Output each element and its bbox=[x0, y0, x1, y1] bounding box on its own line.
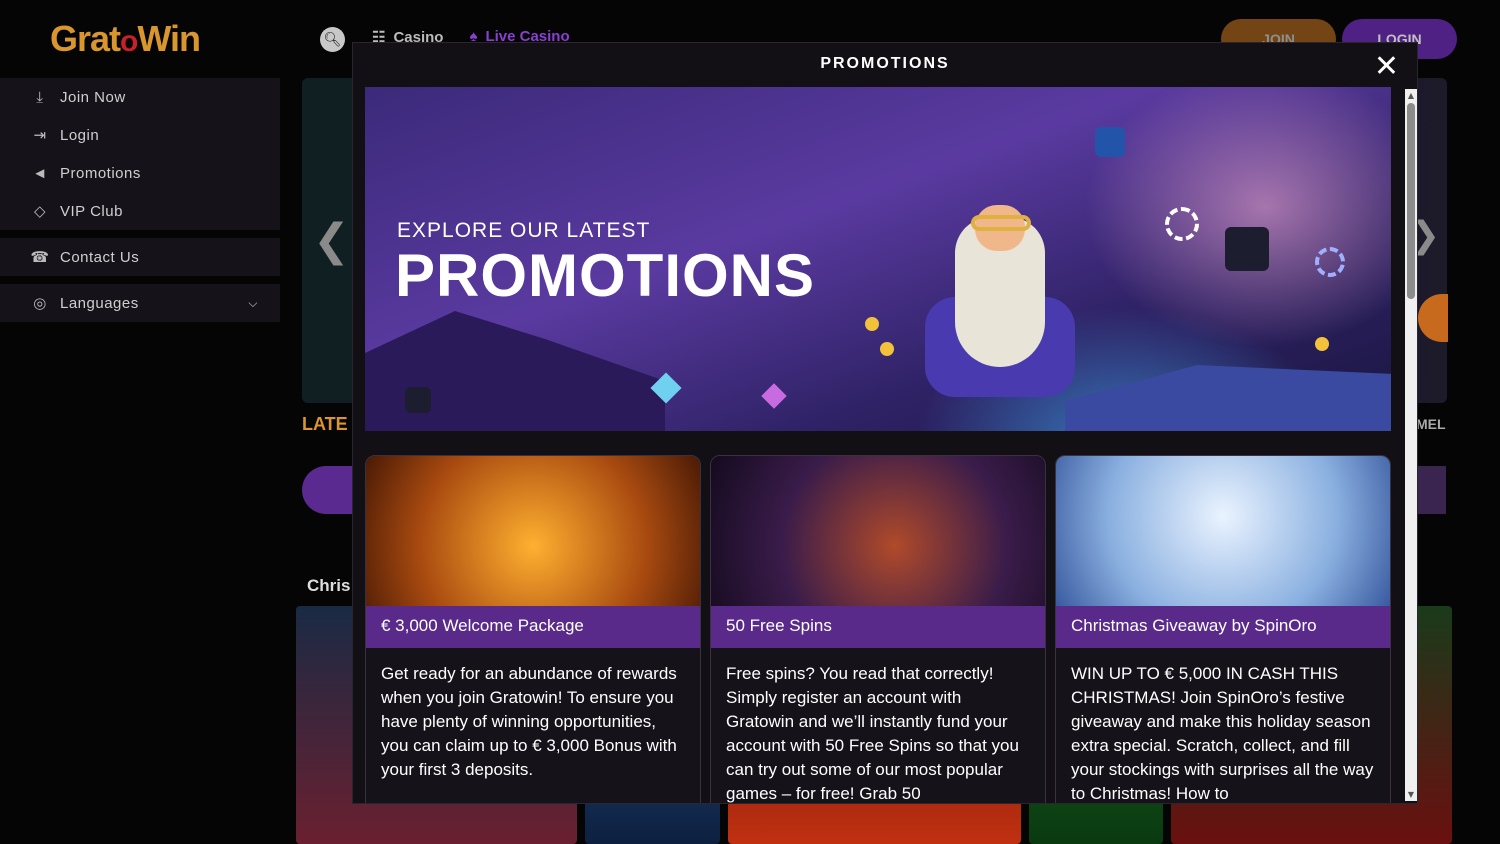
promo-card-list: € 3,000 Welcome Package Get ready for an… bbox=[365, 455, 1391, 803]
promo-card-title: 50 Free Spins bbox=[711, 606, 1045, 648]
modal-scrollbar[interactable]: ▲ ▼ bbox=[1405, 89, 1417, 801]
banner-coin bbox=[1315, 337, 1329, 351]
sidebar-group-contact: ☎ Contact Us bbox=[0, 238, 280, 276]
scroll-up-icon[interactable]: ▲ bbox=[1405, 91, 1417, 100]
promo-card-image bbox=[711, 456, 1045, 606]
login-icon: ⇥ bbox=[33, 127, 47, 144]
sidebar-group-account: ⤓ Join Now ⇥ Login ◄ Promotions ◇ VIP Club bbox=[0, 78, 280, 230]
promo-card-image bbox=[366, 456, 700, 606]
sidebar-group-languages: ◎ Languages ⌵ bbox=[0, 284, 280, 322]
promo-card-description: Free spins? You read that correctly! Sim… bbox=[726, 664, 1019, 803]
banner-coin bbox=[865, 317, 879, 331]
site-logo[interactable]: GratoWin bbox=[50, 18, 201, 60]
download-icon: ⤓ bbox=[36, 88, 44, 106]
promo-card-image bbox=[1056, 456, 1390, 606]
banner-coin bbox=[880, 342, 894, 356]
sidebar-item-languages[interactable]: ◎ Languages ⌵ bbox=[0, 284, 280, 322]
promo-card[interactable]: € 3,000 Welcome Package Get ready for an… bbox=[365, 455, 701, 803]
banner-crystal bbox=[761, 383, 787, 409]
promo-card-title: Christmas Giveaway by SpinOro bbox=[1056, 606, 1390, 648]
sidebar-item-promotions[interactable]: ◄ Promotions bbox=[0, 154, 280, 192]
modal-title: PROMOTIONS bbox=[820, 55, 950, 72]
promotions-modal: PROMOTIONS ✕ EXPLORE OUR LATEST PROMOTIO… bbox=[352, 42, 1418, 804]
promotions-banner: EXPLORE OUR LATEST PROMOTIONS bbox=[365, 87, 1391, 431]
banner-chip bbox=[1165, 207, 1199, 241]
close-icon[interactable]: ✕ bbox=[1374, 49, 1399, 84]
chevron-down-icon: ⌵ bbox=[248, 295, 258, 310]
sidebar-item-login[interactable]: ⇥ Login bbox=[0, 116, 280, 154]
category-scroll-right[interactable] bbox=[1416, 466, 1446, 514]
sidebar-item-join-now[interactable]: ⤓ Join Now bbox=[0, 78, 280, 116]
section-side-label: MEL bbox=[1416, 416, 1446, 432]
scroll-down-icon[interactable]: ▼ bbox=[1405, 790, 1417, 799]
section-title-latest: LATE bbox=[302, 414, 348, 434]
banner-dice bbox=[405, 387, 431, 413]
scrollbar-thumb[interactable] bbox=[1407, 103, 1415, 299]
promo-card-title: € 3,000 Welcome Package bbox=[366, 606, 700, 648]
banner-chip bbox=[1315, 247, 1345, 277]
megaphone-icon: ◄ bbox=[32, 164, 48, 182]
page: GratoWin 🔍︎ ☷ Casino ♠ Live Casino JOIN LO… bbox=[0, 0, 1500, 844]
banner-kicker: EXPLORE OUR LATEST bbox=[397, 219, 651, 242]
carousel-prev-icon[interactable]: ❮ bbox=[313, 215, 350, 266]
banner-wizard-goggles bbox=[971, 215, 1031, 231]
banner-dice bbox=[1225, 227, 1269, 271]
promo-card-description: Get ready for an abundance of rewards wh… bbox=[381, 664, 677, 779]
banner-rock bbox=[1065, 365, 1391, 431]
promo-card-description: WIN UP TO € 5,000 IN CASH THIS CHRISTMAS… bbox=[1071, 664, 1374, 803]
phone-icon: ☎ bbox=[30, 249, 50, 266]
promo-card[interactable]: 50 Free Spins Free spins? You read that … bbox=[710, 455, 1046, 803]
diamond-icon: ◇ bbox=[33, 203, 47, 220]
section-title-christmas: Chris bbox=[307, 576, 351, 595]
banner-dice bbox=[1095, 127, 1125, 157]
sidebar-item-vip-club[interactable]: ◇ VIP Club bbox=[0, 192, 280, 230]
modal-scroll-area[interactable]: EXPLORE OUR LATEST PROMOTIONS € 3,000 We… bbox=[365, 87, 1391, 803]
promo-card[interactable]: Christmas Giveaway by SpinOro WIN UP TO … bbox=[1055, 455, 1391, 803]
sidebar: ⤓ Join Now ⇥ Login ◄ Promotions ◇ VIP Club ☎… bbox=[0, 78, 280, 330]
banner-title: PROMOTIONS bbox=[395, 242, 816, 309]
sidebar-item-contact-us[interactable]: ☎ Contact Us bbox=[0, 238, 280, 276]
search-icon[interactable]: 🔍︎ bbox=[320, 27, 345, 52]
globe-icon: ◎ bbox=[33, 295, 47, 312]
